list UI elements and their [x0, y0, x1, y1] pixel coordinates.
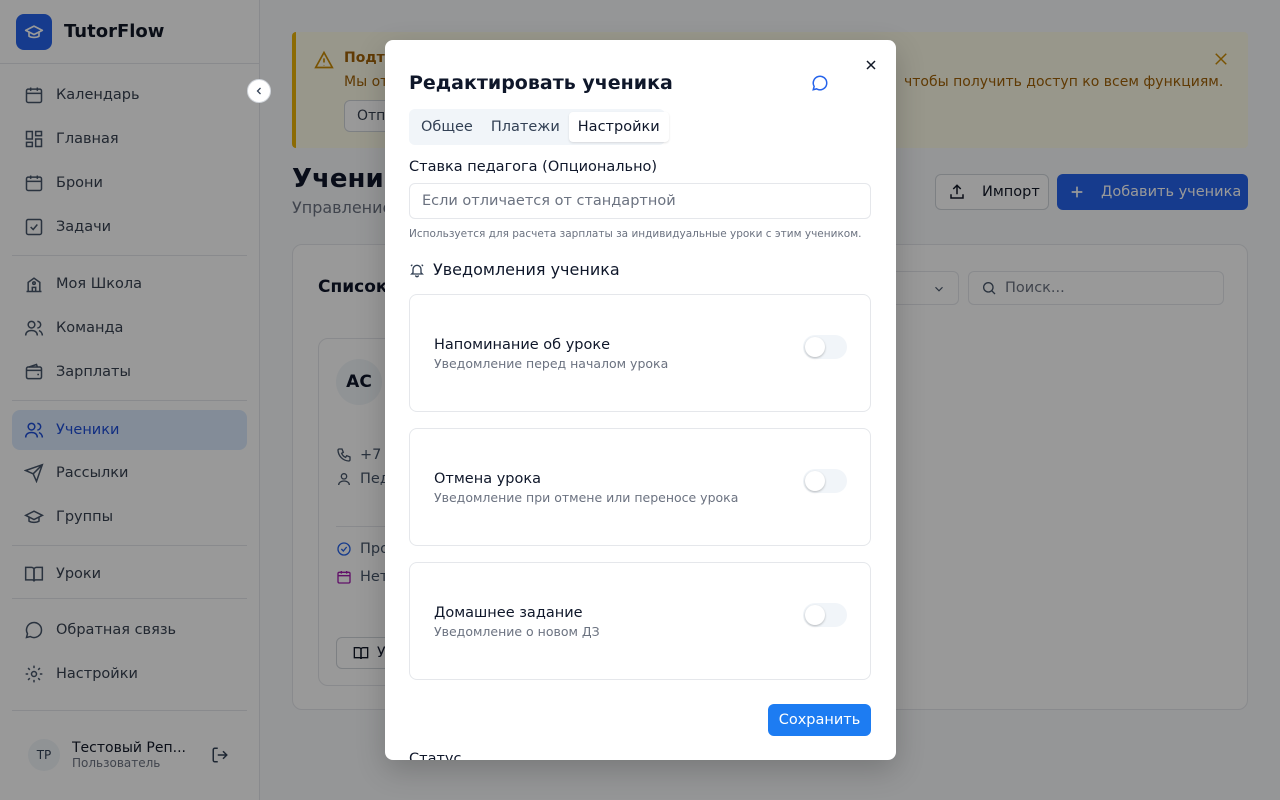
notification-desc: Уведомление при отмене или переносе урок…: [434, 490, 739, 505]
notification-desc: Уведомление о новом ДЗ: [434, 624, 600, 639]
save-button[interactable]: Сохранить: [768, 704, 871, 736]
notification-title: Домашнее задание: [434, 605, 583, 621]
tab-general[interactable]: Общее: [412, 112, 482, 142]
close-icon[interactable]: [863, 57, 879, 73]
rate-hint: Используется для расчета зарплаты за инд…: [409, 228, 862, 240]
status-label: Статус: [409, 751, 462, 760]
notification-card: Напоминание об уроке Уведомление перед н…: [409, 294, 871, 412]
collapse-sidebar-button[interactable]: [247, 79, 271, 103]
tab-settings[interactable]: Настройки: [568, 112, 669, 142]
lesson-cancel-toggle[interactable]: [803, 469, 847, 493]
chevron-left-icon: [256, 87, 261, 95]
dialog-tabs: Общее Платежи Настройки: [409, 109, 669, 145]
message-circle-icon[interactable]: [811, 74, 829, 92]
notification-title: Отмена урока: [434, 471, 541, 487]
toggle-knob: [805, 605, 825, 625]
notification-title: Напоминание об уроке: [434, 337, 611, 353]
toggle-knob: [805, 471, 825, 491]
tab-payments[interactable]: Платежи: [482, 112, 569, 142]
notifications-title: Уведомления ученика: [433, 260, 620, 279]
notification-card: Домашнее задание Уведомление о новом ДЗ: [409, 562, 871, 680]
toggle-knob: [805, 337, 825, 357]
notifications-heading: Уведомления ученика: [409, 260, 620, 279]
rate-input[interactable]: [409, 183, 871, 219]
dialog-title: Редактировать ученика: [409, 72, 673, 94]
edit-student-dialog: Редактировать ученика Общее Платежи Наст…: [385, 40, 896, 760]
lesson-reminder-toggle[interactable]: [803, 335, 847, 359]
homework-toggle[interactable]: [803, 603, 847, 627]
notification-card: Отмена урока Уведомление при отмене или …: [409, 428, 871, 546]
bell-icon: [410, 263, 424, 277]
rate-label: Ставка педагога (Опционально): [409, 159, 658, 175]
notification-desc: Уведомление перед началом урока: [434, 356, 669, 371]
